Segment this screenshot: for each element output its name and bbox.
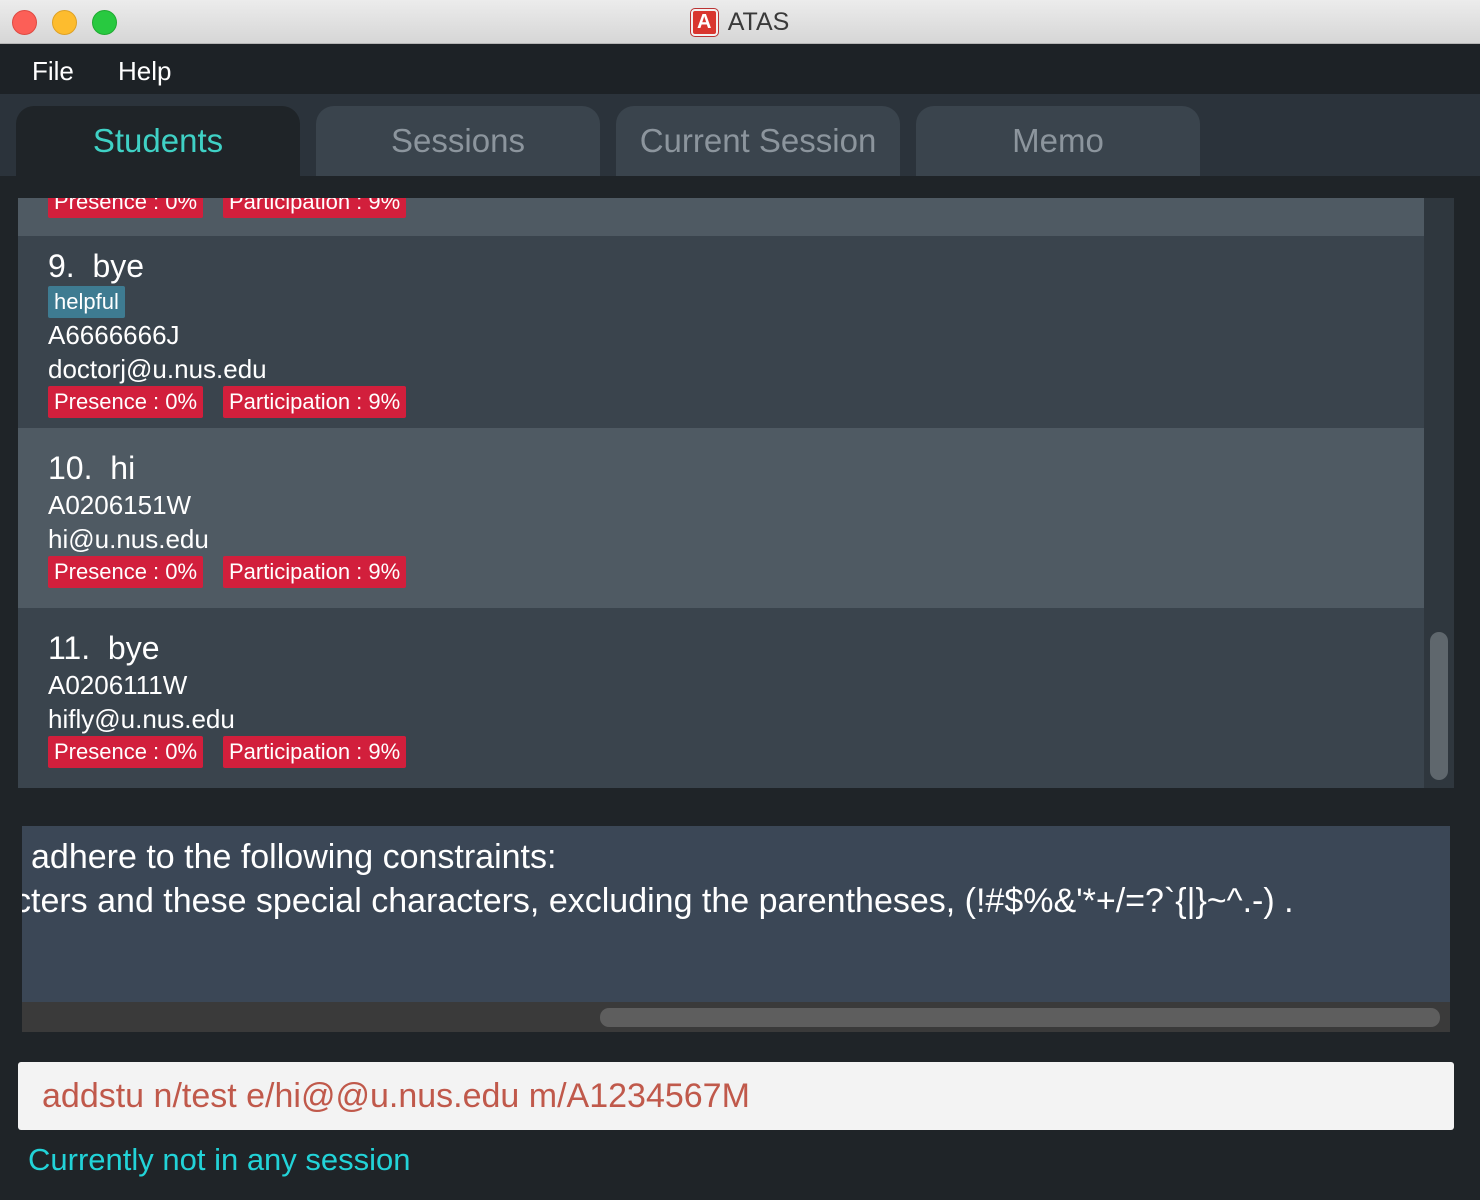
student-email: doctorj@u.nus.edu [48, 354, 267, 384]
participation-tag: Participation : 9% [223, 386, 407, 418]
title-bar: A ATAS [0, 0, 1480, 44]
student-list[interactable]: Presence : 0% Participation : 9% 9. bye … [18, 198, 1454, 788]
result-scrollbar-thumb[interactable] [600, 1008, 1440, 1027]
student-name-text: hi [110, 450, 136, 486]
list-item[interactable]: Presence : 0% Participation : 9% [18, 198, 1424, 236]
menu-help[interactable]: Help [118, 56, 171, 87]
student-tag: helpful [48, 286, 125, 318]
presence-tag: Presence : 0% [48, 556, 204, 588]
presence-tag: Presence : 0% [48, 386, 204, 418]
student-name-text: bye [92, 248, 145, 284]
result-line-2: cters and these special characters, excl… [22, 882, 1294, 920]
command-input[interactable] [18, 1062, 1454, 1130]
main-content: Presence : 0% Participation : 9% 9. bye … [0, 176, 1480, 1200]
presence-tag: Presence : 0% [48, 198, 204, 218]
participation-tag: Participation : 9% [223, 736, 407, 768]
student-matric: A0206151W [48, 490, 192, 520]
student-name: 11. bye [48, 630, 159, 667]
student-email: hifly@u.nus.edu [48, 704, 235, 734]
menu-bar: File Help [0, 44, 1480, 94]
student-matric: A0206111W [48, 670, 188, 700]
list-item[interactable]: 11. bye A0206111W hifly@u.nus.edu Presen… [18, 608, 1424, 788]
student-index: 11. [48, 630, 91, 666]
tab-students[interactable]: Students [16, 106, 300, 176]
student-index: 9. [48, 248, 75, 284]
student-email: hi@u.nus.edu [48, 524, 209, 554]
participation-tag: Participation : 9% [223, 198, 407, 218]
result-line-1: adhere to the following constraints: [31, 838, 557, 876]
student-name: 10. hi [48, 450, 135, 487]
window-title: ATAS [727, 7, 790, 36]
tab-header: Students Sessions Current Session Memo [0, 94, 1480, 176]
list-scrollbar-thumb[interactable] [1430, 632, 1448, 780]
student-name-text: bye [107, 630, 160, 666]
presence-tag: Presence : 0% [48, 736, 204, 768]
result-display[interactable]: adhere to the following constraints: cte… [22, 826, 1450, 1002]
tab-sessions[interactable]: Sessions [316, 106, 600, 176]
menu-file[interactable]: File [32, 56, 74, 87]
student-index: 10. [48, 450, 93, 486]
app-icon: A [690, 8, 718, 36]
list-item[interactable]: 10. hi A0206151W hi@u.nus.edu Presence :… [18, 428, 1424, 608]
student-matric: A6666666J [48, 320, 180, 350]
tab-current-session[interactable]: Current Session [616, 106, 900, 176]
list-item[interactable]: 9. bye helpful A6666666J doctorj@u.nus.e… [18, 236, 1424, 428]
tab-memo[interactable]: Memo [916, 106, 1200, 176]
student-name: 9. bye [48, 248, 144, 285]
participation-tag: Participation : 9% [223, 556, 407, 588]
session-status: Currently not in any session [28, 1142, 411, 1177]
